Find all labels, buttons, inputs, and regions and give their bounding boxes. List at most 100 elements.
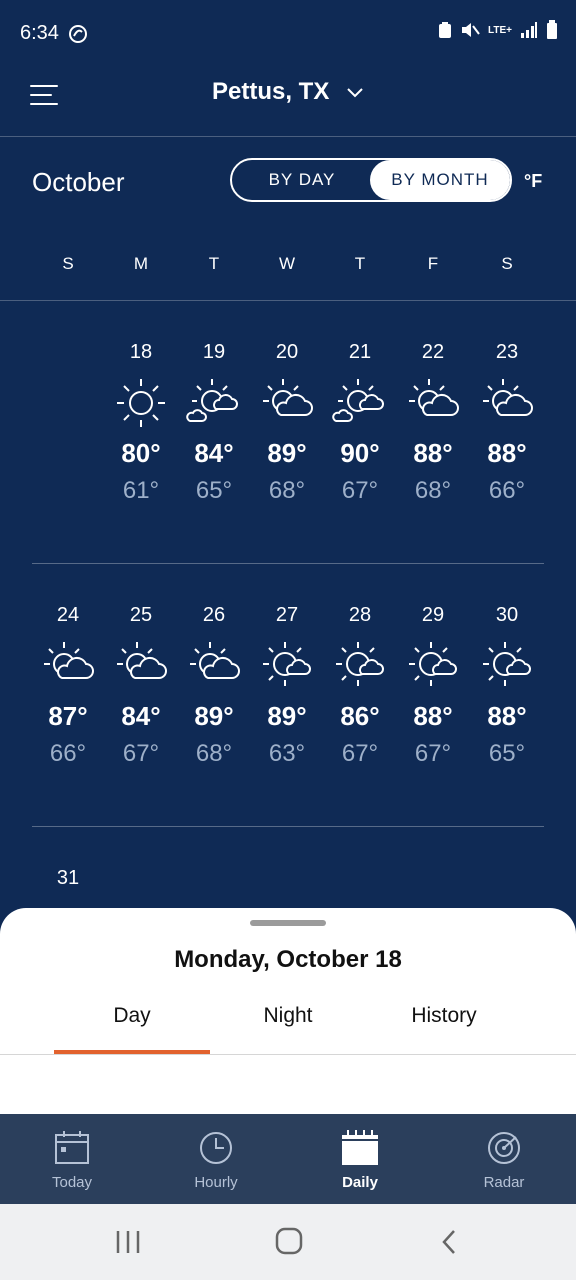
by-month-button[interactable]: BY MONTH (370, 160, 510, 200)
day-cell[interactable]: 26 89° 68° (178, 597, 250, 768)
battery-icon (547, 20, 557, 39)
app-notification-icon (69, 25, 87, 43)
nav-today[interactable]: Today (0, 1114, 144, 1204)
mostly-cloudy-icon (397, 374, 469, 432)
unit-toggle[interactable]: °F (524, 171, 542, 192)
day-cell[interactable]: 25 84° 67° (105, 597, 177, 768)
low-temp: 61° (122, 477, 160, 504)
day-detail-sheet: Monday, October 18 Day Night History (0, 908, 576, 1114)
mostly-cloudy-icon (251, 374, 323, 432)
day-cell[interactable]: 18 80° 61° (105, 334, 177, 505)
tab-night[interactable]: Night (210, 1004, 366, 1028)
day-date: 19 (202, 341, 226, 363)
day-cell[interactable]: 21 90° 67° (324, 334, 396, 505)
radar-icon (488, 1132, 520, 1164)
sheet-title: Monday, October 18 (174, 946, 402, 973)
low-temp: 66° (49, 740, 87, 767)
day-cell[interactable]: 22 88° 68° (397, 334, 469, 505)
mute-icon (462, 23, 480, 37)
mostly-cloudy-icon (471, 374, 543, 432)
detail-tabs: Day Night History (0, 998, 576, 1055)
system-nav-bar (0, 1204, 576, 1280)
weekday-label: M (133, 254, 149, 273)
day-cell[interactable]: 31 (32, 860, 104, 896)
weekday-label: S (62, 254, 74, 273)
high-temp: 88° (487, 438, 527, 468)
partly-cloudy-icon (251, 637, 323, 695)
chevron-down-icon (347, 87, 363, 98)
nav-label: Radar (483, 1174, 525, 1191)
low-temp: 68° (268, 477, 306, 504)
drag-handle[interactable] (250, 920, 326, 926)
nav-radar[interactable]: Radar (432, 1114, 576, 1204)
nav-label: Today (51, 1174, 93, 1191)
high-temp: 84° (194, 438, 234, 468)
low-temp: 67° (414, 740, 452, 767)
low-temp: 63° (268, 740, 306, 767)
day-cell[interactable]: 27 89° 63° (251, 597, 323, 768)
high-temp: 89° (194, 701, 234, 731)
day-cell[interactable]: 19 84° 65° (178, 334, 250, 505)
nav-daily[interactable]: Daily (288, 1114, 432, 1204)
low-temp: 67° (122, 740, 160, 767)
day-date: 28 (348, 604, 372, 626)
clock-icon (200, 1132, 232, 1164)
day-date: 22 (421, 341, 445, 363)
home-icon[interactable] (274, 1226, 304, 1256)
nav-hourly[interactable]: Hourly (144, 1114, 288, 1204)
weekday-label: F (427, 254, 439, 273)
day-cell[interactable]: 29 88° 67° (397, 597, 469, 768)
day-date: 21 (348, 341, 372, 363)
calendar-today-icon (55, 1131, 89, 1164)
weekday-label: S (501, 254, 513, 273)
day-date: 26 (202, 604, 226, 626)
status-bar: 6:34 LTE+ (0, 0, 576, 62)
location-selector[interactable]: Pettus, TX (0, 78, 576, 106)
recent-apps-icon[interactable] (114, 1228, 142, 1256)
top-bar: Pettus, TX (0, 62, 576, 137)
calendar-daily-icon (342, 1130, 378, 1165)
low-temp: 65° (195, 477, 233, 504)
day-date: 20 (275, 341, 299, 363)
view-toggle: BY DAY BY MONTH (230, 158, 512, 202)
active-tab-indicator (54, 1050, 210, 1054)
partly-cloudy-icon (471, 637, 543, 695)
low-temp: 67° (341, 477, 379, 504)
day-cell[interactable]: 20 89° 68° (251, 334, 323, 505)
day-date: 29 (421, 604, 445, 626)
week-divider (32, 826, 544, 827)
high-temp: 87° (48, 701, 88, 731)
month-label: October (32, 167, 125, 197)
location-name: Pettus, TX (211, 78, 330, 105)
day-cell[interactable]: 30 88° 65° (471, 597, 543, 768)
partly-cloudy-icon (178, 374, 250, 432)
back-icon[interactable] (438, 1228, 462, 1256)
weekday-label: T (208, 254, 220, 273)
day-date: 23 (495, 341, 519, 363)
high-temp: 90° (340, 438, 380, 468)
battery-saver-icon (439, 22, 452, 38)
nav-label: Hourly (194, 1174, 238, 1191)
network-label: LTE+ (488, 24, 512, 36)
day-cell[interactable]: 24 87° 66° (32, 597, 104, 768)
day-cell[interactable]: 23 88° 66° (471, 334, 543, 505)
by-day-button[interactable]: BY DAY (232, 160, 372, 200)
day-date: 31 (56, 867, 80, 889)
tab-day[interactable]: Day (54, 1004, 210, 1028)
nav-label: Daily (342, 1174, 378, 1191)
partly-cloudy-icon (324, 637, 396, 695)
low-temp: 65° (488, 740, 526, 767)
day-date-selected: 18 (129, 341, 153, 363)
bottom-nav: Today Hourly Daily Radar (0, 1114, 576, 1204)
day-date: 30 (495, 604, 519, 626)
weekday-header: S M T W T F S (0, 246, 576, 301)
tab-history[interactable]: History (366, 1004, 522, 1028)
high-temp: 89° (267, 438, 307, 468)
partly-cloudy-icon (397, 637, 469, 695)
day-cell[interactable]: 28 86° 67° (324, 597, 396, 768)
weekday-label: W (278, 254, 296, 273)
low-temp: 67° (341, 740, 379, 767)
mostly-cloudy-icon (178, 637, 250, 695)
high-temp: 80° (121, 438, 161, 468)
day-date: 24 (56, 604, 80, 626)
